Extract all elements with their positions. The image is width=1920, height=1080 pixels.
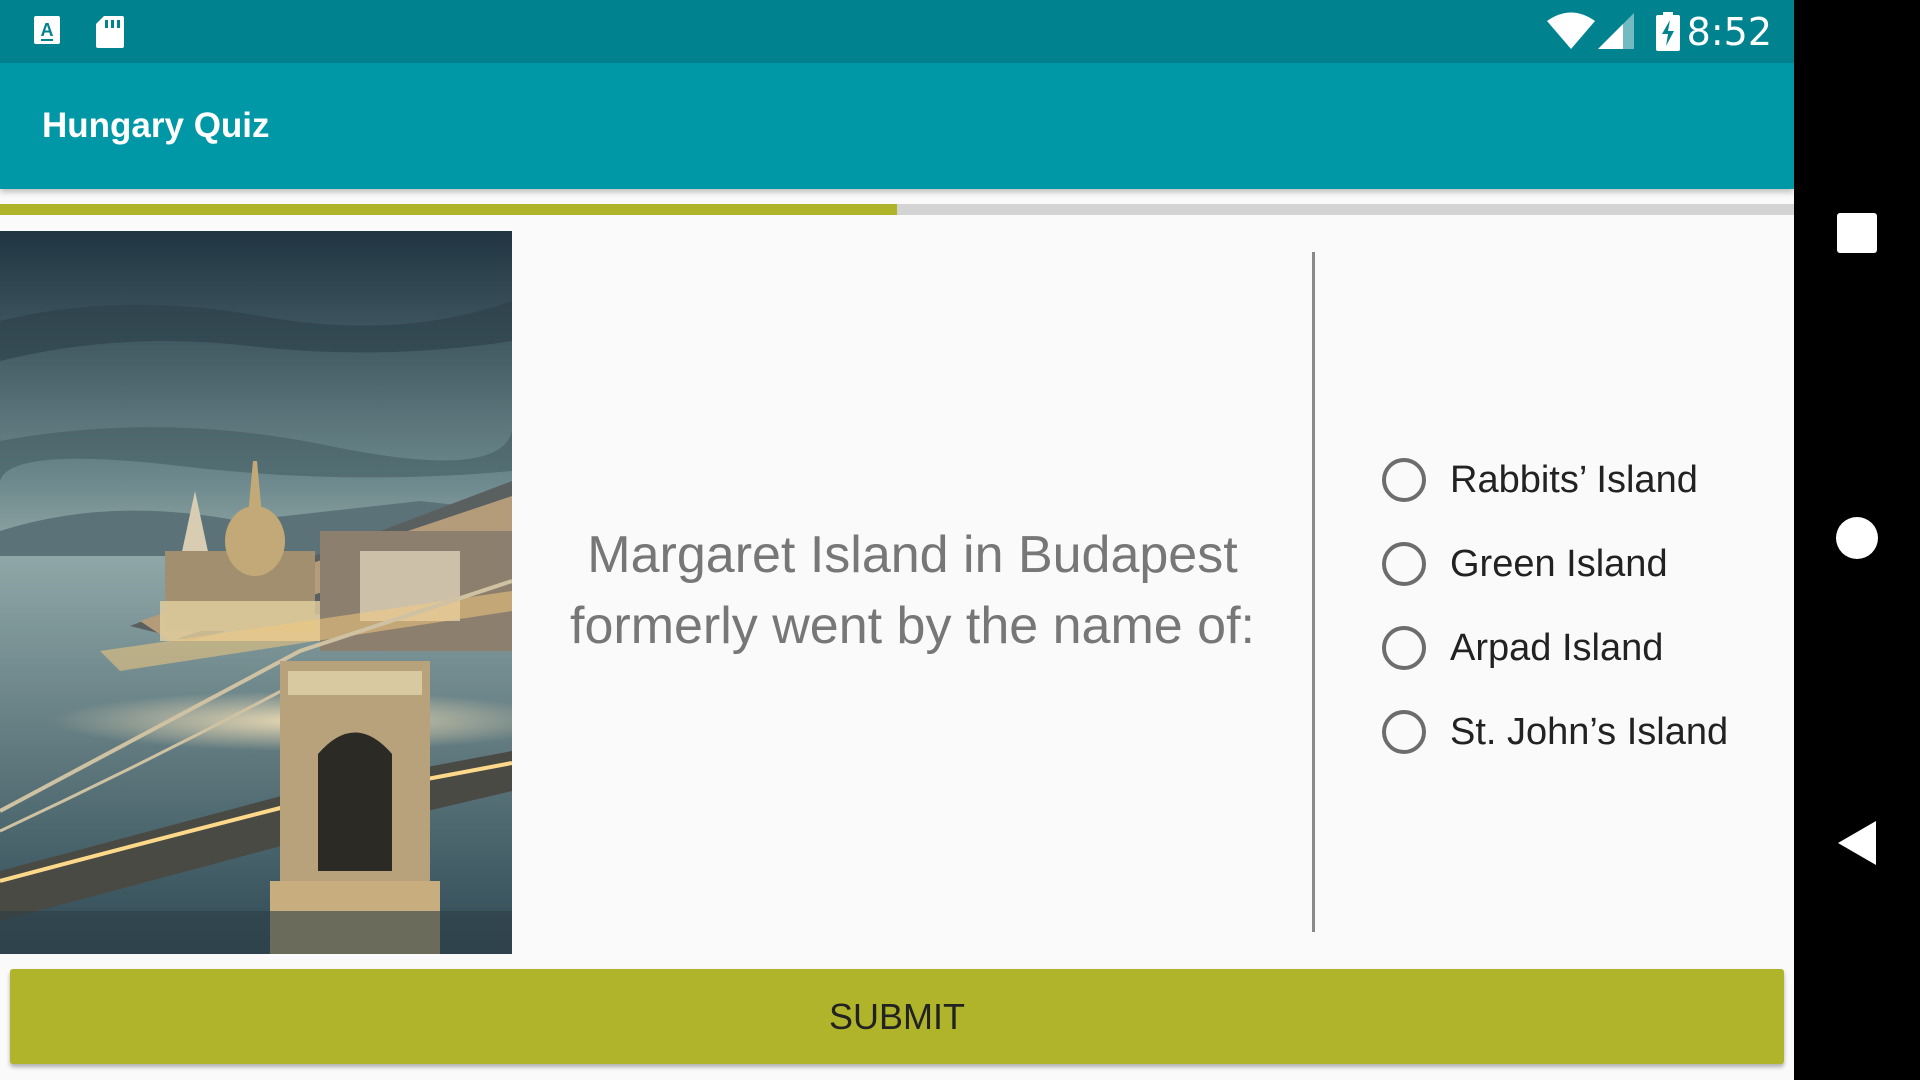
- question-text: Margaret Island in Budapest formerly wen…: [570, 526, 1255, 655]
- app-screen: A 8:52 Hungary Quiz Margaret Island in B…: [0, 0, 1794, 1080]
- radio-button[interactable]: [1382, 626, 1426, 670]
- recents-button[interactable]: [1794, 180, 1920, 290]
- home-button[interactable]: [1794, 485, 1920, 595]
- back-triangle-icon: [1837, 820, 1877, 870]
- option-rabbits-island[interactable]: Rabbits’ Island: [1382, 438, 1728, 522]
- navigation-bar: [1794, 0, 1920, 1080]
- cell-signal-icon: [1597, 12, 1635, 54]
- quiz-progress-bar: [0, 204, 1794, 215]
- status-time: 8:52: [1686, 10, 1772, 54]
- radio-button[interactable]: [1382, 458, 1426, 502]
- battery-charging-icon: [1655, 12, 1681, 56]
- answer-options: Rabbits’ Island Green Island Arpad Islan…: [1382, 438, 1728, 774]
- option-arpad-island[interactable]: Arpad Island: [1382, 606, 1728, 690]
- sd-card-icon: [94, 14, 126, 54]
- recents-square-icon: [1836, 212, 1878, 258]
- status-bar: A 8:52: [0, 0, 1794, 63]
- wifi-icon: [1546, 12, 1596, 54]
- option-label: Rabbits’ Island: [1450, 458, 1698, 501]
- quiz-progress-fill: [0, 204, 897, 215]
- option-label: St. John’s Island: [1450, 710, 1729, 753]
- option-green-island[interactable]: Green Island: [1382, 522, 1728, 606]
- page-title: Hungary Quiz: [42, 106, 270, 145]
- option-label: Arpad Island: [1450, 626, 1664, 669]
- home-circle-icon: [1835, 516, 1879, 564]
- svg-text:A: A: [41, 20, 54, 40]
- back-button[interactable]: [1794, 790, 1920, 900]
- option-label: Green Island: [1450, 542, 1668, 585]
- radio-button[interactable]: [1382, 542, 1426, 586]
- option-st-johns-island[interactable]: St. John’s Island: [1382, 690, 1728, 774]
- budapest-photo: [0, 231, 512, 954]
- app-toolbar: Hungary Quiz: [0, 63, 1794, 189]
- keyboard-a-icon: A: [32, 14, 62, 50]
- radio-button[interactable]: [1382, 710, 1426, 754]
- vertical-divider: [1312, 252, 1315, 932]
- submit-button[interactable]: SUBMIT: [10, 969, 1784, 1064]
